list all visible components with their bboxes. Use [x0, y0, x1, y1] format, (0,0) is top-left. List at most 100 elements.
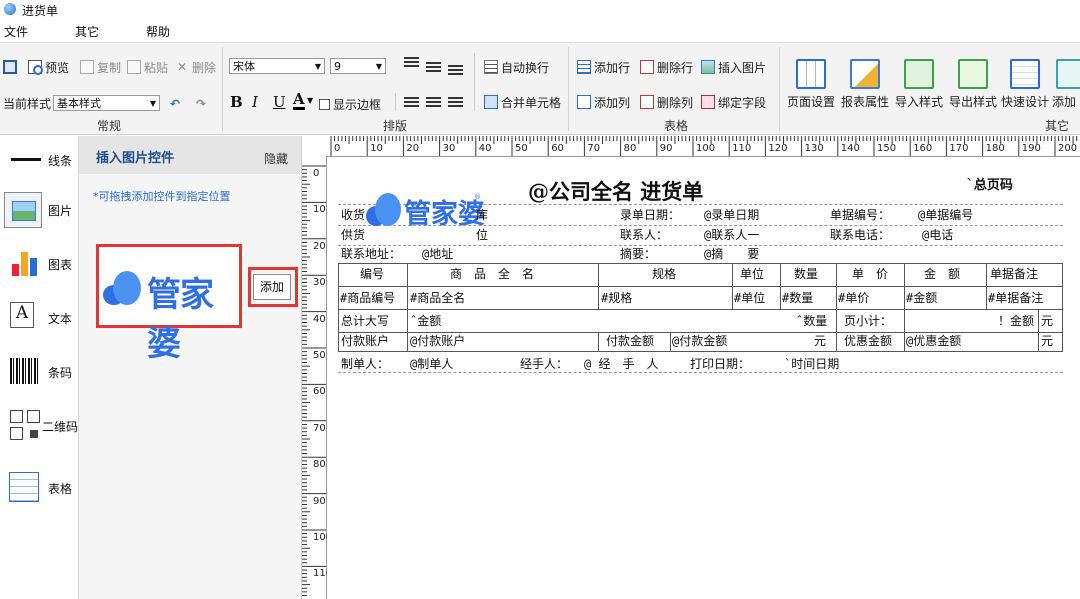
detail-quantity[interactable]: #数量 [782, 289, 813, 307]
discount-label[interactable]: 优惠金额 [844, 332, 892, 350]
doc-no-field[interactable]: @单据编号 [918, 206, 973, 224]
page-code-field[interactable]: `总页码 [966, 177, 1013, 195]
align-right-icon[interactable] [448, 97, 463, 109]
tool-qrcode[interactable]: 二维码 [0, 404, 78, 446]
payment-account-label[interactable]: 付款账户 [341, 332, 389, 350]
tool-text[interactable]: A 文本 [0, 296, 78, 338]
logo-image-preview[interactable]: 管家婆 [96, 244, 242, 364]
page-subtotal-label[interactable]: 页小计： [844, 312, 892, 330]
yuan-label[interactable]: 元 [1041, 312, 1053, 330]
align-left-icon[interactable] [404, 97, 419, 109]
detail-spec[interactable]: #规格 [601, 289, 632, 307]
detail-remark[interactable]: #单据备注 [988, 289, 1043, 307]
total-label[interactable]: 总计大写 [341, 312, 389, 330]
import-style-button[interactable]: 导入样式 [892, 59, 946, 109]
summary-field[interactable]: @摘 要 [704, 245, 759, 263]
header-spec[interactable]: 规格 [652, 265, 676, 283]
supplier-unit-label[interactable]: 位 [476, 226, 488, 244]
redo-button[interactable]: ↷ [196, 95, 210, 113]
entry-date-label[interactable]: 录单日期： [620, 206, 680, 224]
doc-no-label[interactable]: 单据编号： [830, 206, 890, 224]
quick-design-button[interactable]: 快速设计 [998, 59, 1052, 109]
chevron-down-icon[interactable]: ▼ [307, 96, 313, 105]
recv-label[interactable]: 收货 [341, 206, 365, 224]
entry-date-field[interactable]: @录单日期 [704, 206, 759, 224]
paste-button[interactable]: 粘贴 [127, 58, 168, 76]
tool-chart[interactable]: 图表 [0, 242, 78, 284]
save-button[interactable] [3, 58, 17, 76]
phone-field[interactable]: @电话 [922, 226, 953, 244]
handler-field[interactable]: @ 经 手 人 [584, 355, 658, 373]
bold-button[interactable]: B [230, 93, 243, 111]
store-label[interactable]: 库 [476, 206, 488, 224]
payment-account-field[interactable]: @付款账户 [410, 332, 465, 350]
undo-button[interactable]: ↶ [170, 95, 184, 113]
contact-label[interactable]: 联系人： [620, 226, 668, 244]
menu-other[interactable]: 其它 [75, 23, 99, 40]
payment-amount-label[interactable]: 付款金额 [606, 332, 654, 350]
payment-amount-field[interactable]: @付款金额 [672, 332, 727, 350]
report-title[interactable]: @公司全名 进货单 [528, 176, 703, 206]
menu-file[interactable]: 文件 [4, 23, 28, 40]
tool-line[interactable]: 线条 [0, 138, 78, 180]
add-row-button[interactable]: 添加行 [577, 58, 630, 76]
tool-barcode[interactable]: 条码 [0, 350, 78, 392]
copy-button[interactable]: 复制 [80, 58, 121, 76]
italic-button[interactable]: I [252, 93, 258, 111]
detail-amount[interactable]: #金额 [906, 289, 937, 307]
tool-table[interactable]: 表格 [0, 466, 78, 508]
maker-field[interactable]: @制单人 [410, 355, 453, 373]
phone-label[interactable]: 联系电话： [830, 226, 890, 244]
contact-field[interactable]: @联系人一 [704, 226, 759, 244]
current-style-select[interactable]: 基本样式 ▼ [53, 95, 160, 111]
header-quantity[interactable]: 数量 [794, 265, 818, 283]
auto-wrap-button[interactable]: 自动换行 [484, 58, 549, 76]
delete-button[interactable]: ✕ 删除 [175, 58, 216, 76]
font-color-button[interactable]: A [293, 92, 305, 110]
header-code[interactable]: 编号 [360, 265, 384, 283]
yuan-label[interactable]: 元 [1041, 332, 1053, 350]
delete-row-button[interactable]: 删除行 [640, 58, 693, 76]
address-label[interactable]: 联系地址： [341, 245, 401, 263]
align-top-icon[interactable] [404, 57, 419, 69]
export-style-button[interactable]: 导出样式 [946, 59, 1000, 109]
add-column-big-button[interactable]: 添加ク [1052, 59, 1080, 109]
detail-code[interactable]: #商品编号 [340, 289, 395, 307]
bind-field-button[interactable]: 绑定字段 [701, 93, 766, 111]
preview-button[interactable]: 预览 [28, 58, 69, 76]
detail-product-name[interactable]: #商品全名 [410, 289, 465, 307]
header-unit[interactable]: 单位 [740, 265, 764, 283]
align-center-icon[interactable] [426, 97, 441, 109]
show-border-checkbox[interactable]: 显示边框 [319, 95, 381, 113]
header-amount[interactable]: 金 额 [924, 265, 960, 283]
delete-column-button[interactable]: 删除列 [640, 93, 693, 111]
detail-unit[interactable]: #单位 [734, 289, 765, 307]
page-setup-button[interactable]: 页面设置 [784, 59, 838, 109]
hide-panel-button[interactable]: 隐藏 [264, 150, 288, 167]
report-logo-text[interactable]: 管家婆 [404, 192, 485, 231]
report-properties-button[interactable]: 报表属性 [838, 59, 892, 109]
font-family-select[interactable]: 宋体 ▼ [229, 58, 325, 74]
add-column-button[interactable]: 添加列 [577, 93, 630, 111]
align-bottom-icon[interactable] [448, 65, 463, 77]
font-size-select[interactable]: 9 ▼ [330, 58, 386, 74]
yuan-label[interactable]: 元 [814, 332, 826, 350]
supplier-label[interactable]: 供货 [341, 226, 365, 244]
page-subtotal-amount[interactable]: ！金额 [998, 312, 1034, 330]
merge-cells-button[interactable]: 合并单元格 [484, 93, 561, 111]
total-quantity[interactable]: ˆ数量 [796, 312, 827, 330]
maker-label[interactable]: 制单人： [341, 355, 389, 373]
discount-field[interactable]: @优惠金额 [906, 332, 961, 350]
tool-image[interactable]: 图片 [0, 188, 78, 230]
underline-button[interactable]: U [273, 93, 286, 111]
header-remark[interactable]: 单据备注 [990, 265, 1038, 283]
insert-image-button[interactable]: 插入图片 [701, 58, 766, 76]
align-middle-icon[interactable] [426, 62, 441, 74]
print-date-field[interactable]: `时间日期 [784, 355, 839, 373]
print-date-label[interactable]: 打印日期： [690, 355, 750, 373]
handler-label[interactable]: 经手人： [520, 355, 568, 373]
add-image-button[interactable]: 添加 [253, 274, 291, 300]
summary-label[interactable]: 摘要： [620, 245, 656, 263]
menu-help[interactable]: 帮助 [146, 23, 170, 40]
total-amount-uppercase[interactable]: ˆ金额 [410, 312, 441, 330]
